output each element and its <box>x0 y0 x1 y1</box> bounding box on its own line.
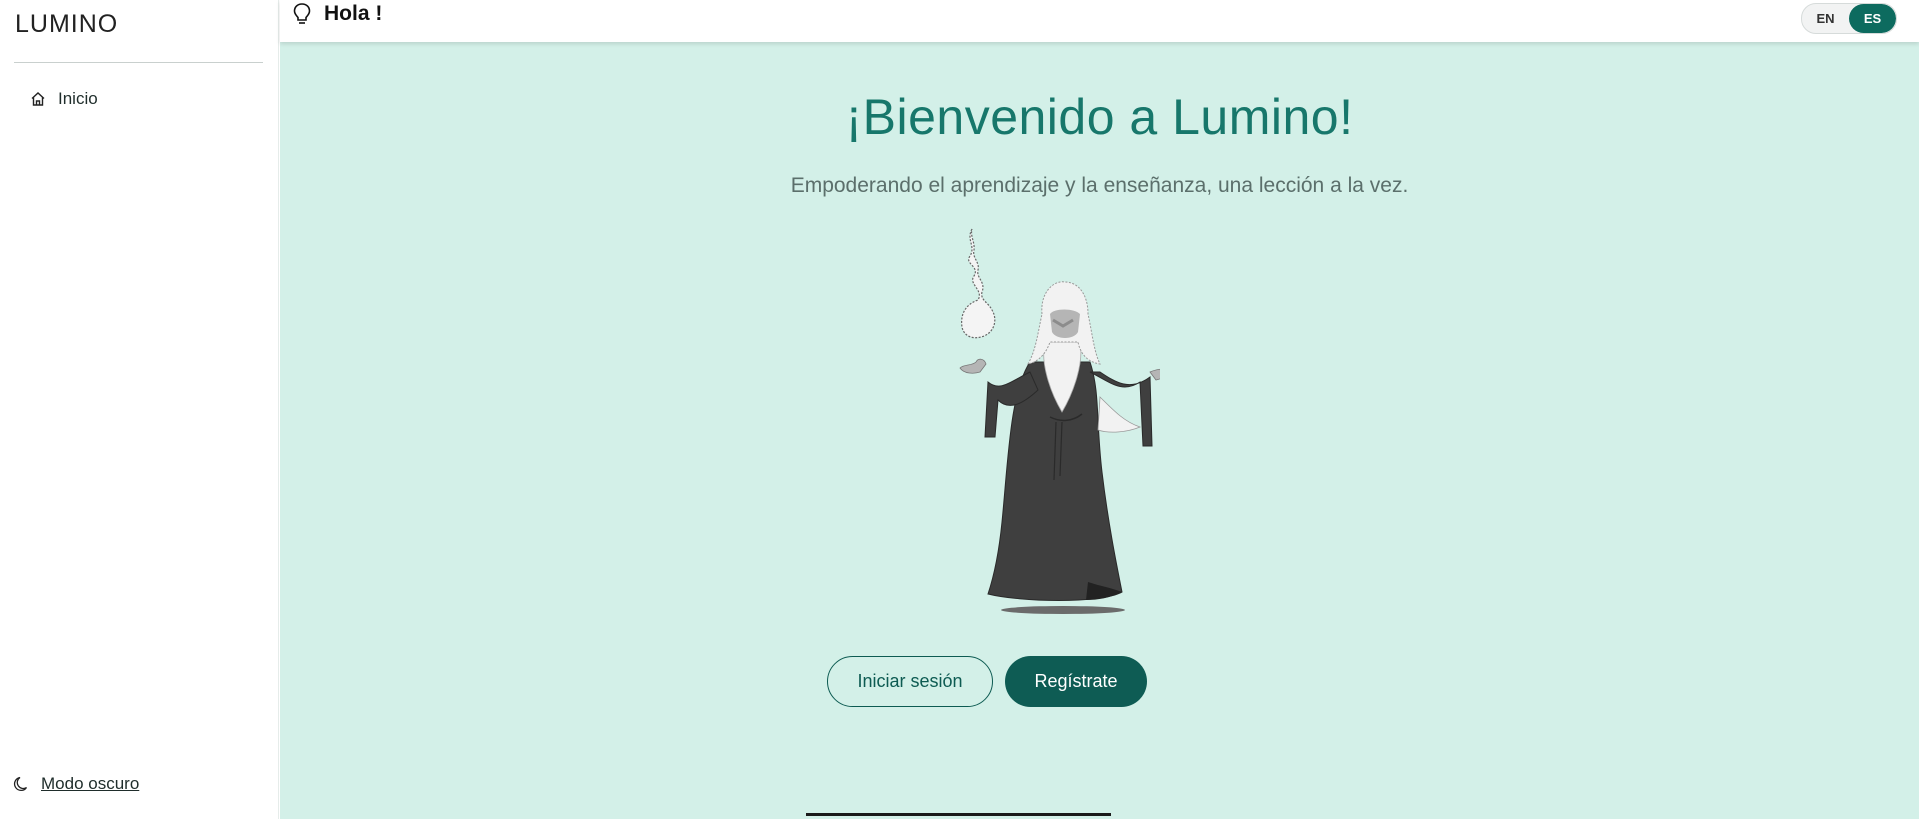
sidebar-item-label: Inicio <box>58 89 98 108</box>
language-switcher[interactable]: EN ES <box>1801 3 1897 34</box>
moon-icon <box>13 776 28 792</box>
home-icon <box>31 92 45 106</box>
page-title: ¡Bienvenido a Lumino! <box>845 89 1354 145</box>
sidebar-item-inicio[interactable]: Inicio <box>30 86 98 112</box>
flame-icon <box>961 228 996 339</box>
bottom-indicator <box>806 813 1111 816</box>
top-bar: Hola ! EN ES <box>280 0 1919 42</box>
language-option-es[interactable]: ES <box>1849 4 1896 33</box>
dark-mode-toggle[interactable]: Modo oscuro <box>13 774 139 794</box>
greeting-text: Hola ! <box>324 2 383 25</box>
dark-mode-label: Modo oscuro <box>41 774 140 793</box>
login-button[interactable]: Iniciar sesión <box>827 656 993 707</box>
wizard-illustration <box>959 228 1160 614</box>
page-subtitle: Empoderando el aprendizaje y la enseñanz… <box>790 174 1409 197</box>
language-option-en[interactable]: EN <box>1802 4 1849 33</box>
greeting: Hola ! <box>292 2 382 26</box>
sidebar: LUMINO Inicio Modo oscuro <box>0 0 279 819</box>
register-button[interactable]: Regístrate <box>1005 656 1147 707</box>
sidebar-divider <box>14 62 263 63</box>
lightbulb-icon <box>293 3 311 24</box>
main-content: ¡Bienvenido a Lumino! Empoderando el apr… <box>280 0 1919 819</box>
brand-logo[interactable]: LUMINO <box>15 10 118 39</box>
